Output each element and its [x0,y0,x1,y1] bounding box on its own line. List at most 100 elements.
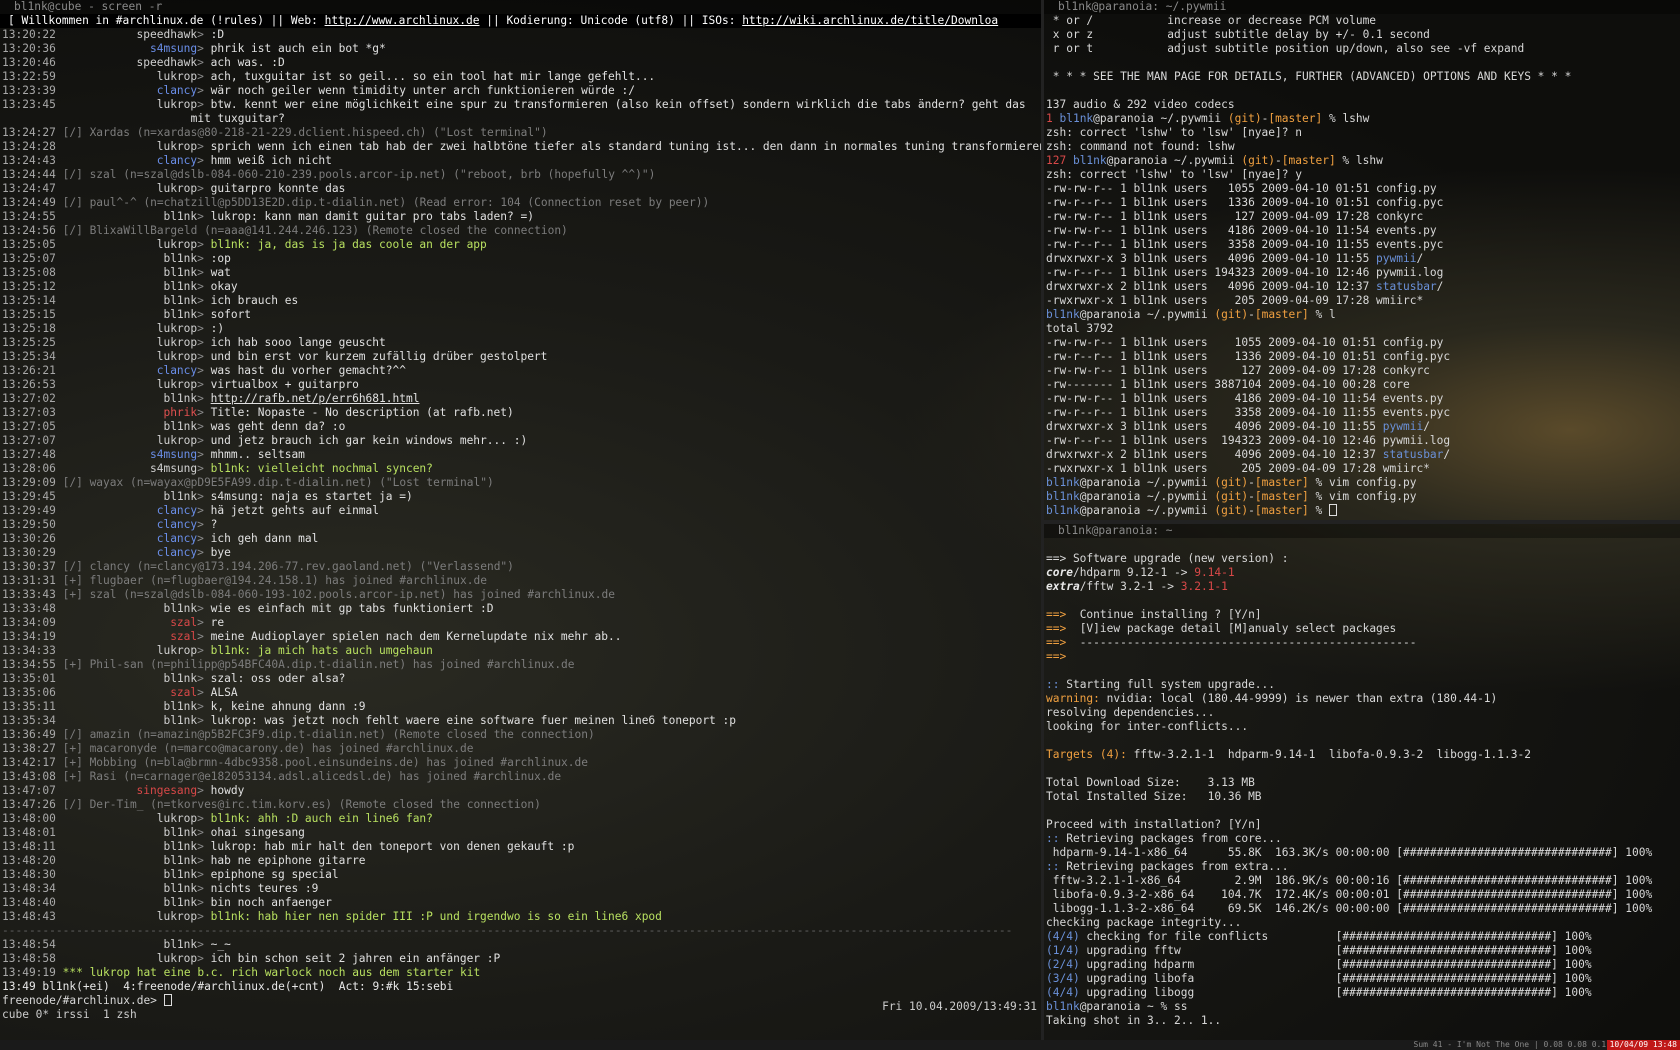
nick[interactable]: lukrop> [56,952,204,966]
nick[interactable]: bl1nk> [56,854,203,868]
nick[interactable]: lukrop> [56,98,204,112]
nick[interactable]: lukrop> [56,910,204,924]
nick-name[interactable]: clancy [157,154,197,167]
nick-name[interactable]: s4msung [150,462,197,475]
nick-name[interactable]: szal [170,616,197,629]
nick-name[interactable]: bl1nk [163,868,197,881]
nick-name[interactable]: speedhawk [137,28,198,41]
nick[interactable]: szal> [56,616,204,630]
nick[interactable]: s4msung> [56,448,204,462]
nick[interactable]: lukrop> [56,140,204,154]
nick[interactable]: lukrop> [56,70,204,84]
nick[interactable]: speedhawk> [56,28,204,42]
nick[interactable]: lukrop> [56,812,204,826]
nick[interactable]: bl1nk> [56,280,203,294]
nick[interactable]: lukrop> [56,336,204,350]
nick[interactable]: bl1nk> [56,672,203,686]
nick[interactable]: lukrop> [56,238,204,252]
nick[interactable]: clancy> [56,532,204,546]
nick[interactable]: s4msung> [56,42,204,56]
nick[interactable]: phrik> [56,406,203,420]
nick-name[interactable]: szal [170,630,197,643]
nick-name[interactable]: bl1nk [163,210,197,223]
nick-name[interactable]: bl1nk [163,826,197,839]
nick-name[interactable]: clancy [157,546,197,559]
nick[interactable]: bl1nk> [56,266,203,280]
nick-name[interactable]: bl1nk [163,280,197,293]
nick[interactable]: bl1nk> [56,938,203,952]
nick-name[interactable]: singesang [137,784,198,797]
nick[interactable]: lukrop> [56,378,204,392]
nick[interactable]: clancy> [56,84,204,98]
nick-name[interactable]: lukrop [157,238,197,251]
nick[interactable]: bl1nk> [56,490,203,504]
terminal-pywmii[interactable]: bl1nk@paranoia: ~/.pywmii * or / increas… [1044,0,1680,520]
nick-name[interactable]: lukrop [157,952,197,965]
nick-name[interactable]: bl1nk [163,938,197,951]
nick-name[interactable]: lukrop [157,378,197,391]
nick[interactable]: bl1nk> [56,252,203,266]
nick[interactable]: clancy> [56,154,204,168]
nick[interactable]: bl1nk> [56,700,203,714]
nick-name[interactable]: phrik [163,406,197,419]
nick[interactable]: bl1nk> [56,308,203,322]
nick[interactable]: lukrop> [56,182,204,196]
nick-name[interactable]: lukrop [157,322,197,335]
nick-name[interactable]: bl1nk [163,490,197,503]
nick[interactable]: clancy> [56,546,204,560]
nick-name[interactable]: lukrop [157,350,197,363]
nick[interactable]: lukrop> [56,350,204,364]
nick-name[interactable]: bl1nk [163,854,197,867]
nick-name[interactable]: lukrop [157,812,197,825]
nick-name[interactable]: lukrop [157,336,197,349]
nick-name[interactable]: speedhawk [137,56,198,69]
nick[interactable]: clancy> [56,518,204,532]
nick-name[interactable]: bl1nk [163,714,197,727]
nick[interactable]: bl1nk> [56,868,203,882]
nick[interactable]: szal> [56,686,204,700]
nick[interactable]: lukrop> [56,644,204,658]
nick[interactable]: bl1nk> [56,294,203,308]
irssi-window[interactable]: bl1nk@cube - screen -r [ Willkommen in #… [0,0,1041,1040]
nick-name[interactable]: clancy [157,364,197,377]
nick[interactable]: s4msung> [56,462,204,476]
nick-name[interactable]: bl1nk [163,602,197,615]
nick[interactable]: bl1nk> [56,896,203,910]
nick-name[interactable]: bl1nk [163,266,197,279]
nick-name[interactable]: clancy [157,84,197,97]
nick-name[interactable]: s4msung [150,42,197,55]
nick-name[interactable]: bl1nk [163,392,197,405]
nick-name[interactable]: lukrop [157,140,197,153]
nick-name[interactable]: clancy [157,518,197,531]
nick[interactable]: bl1nk> [56,826,203,840]
nick-name[interactable]: bl1nk [163,840,197,853]
nick[interactable]: bl1nk> [56,392,203,406]
nick-name[interactable]: bl1nk [163,896,197,909]
nick-name[interactable]: lukrop [157,644,197,657]
topic-link[interactable]: http://wiki.archlinux.de/title/Downloa [742,14,998,27]
nick[interactable]: clancy> [56,504,204,518]
nick-name[interactable]: bl1nk [163,294,197,307]
nick-name[interactable]: lukrop [157,70,197,83]
nick-name[interactable]: lukrop [157,182,197,195]
nick[interactable]: bl1nk> [56,714,203,728]
nick-name[interactable]: szal [170,686,197,699]
nick-name[interactable]: bl1nk [163,252,197,265]
nick[interactable]: bl1nk> [56,840,203,854]
nick-name[interactable]: bl1nk [163,700,197,713]
nick[interactable]: bl1nk> [56,882,203,896]
nick-name[interactable]: s4msung [150,448,197,461]
nick[interactable]: lukrop> [56,434,204,448]
nick-name[interactable]: bl1nk [163,882,197,895]
nick[interactable]: bl1nk> [56,602,203,616]
nick[interactable]: clancy> [56,364,204,378]
nick-name[interactable]: lukrop [157,434,197,447]
nick[interactable]: lukrop> [56,322,204,336]
nick[interactable]: szal> [56,630,204,644]
nick[interactable]: bl1nk> [56,210,203,224]
nick[interactable]: speedhawk> [56,56,204,70]
nick-name[interactable]: bl1nk [163,308,197,321]
topic-link[interactable]: http://www.archlinux.de [325,14,480,27]
nick-name[interactable]: bl1nk [163,420,197,433]
message-link[interactable]: http://rafb.net/p/err6h681.html [211,392,420,405]
